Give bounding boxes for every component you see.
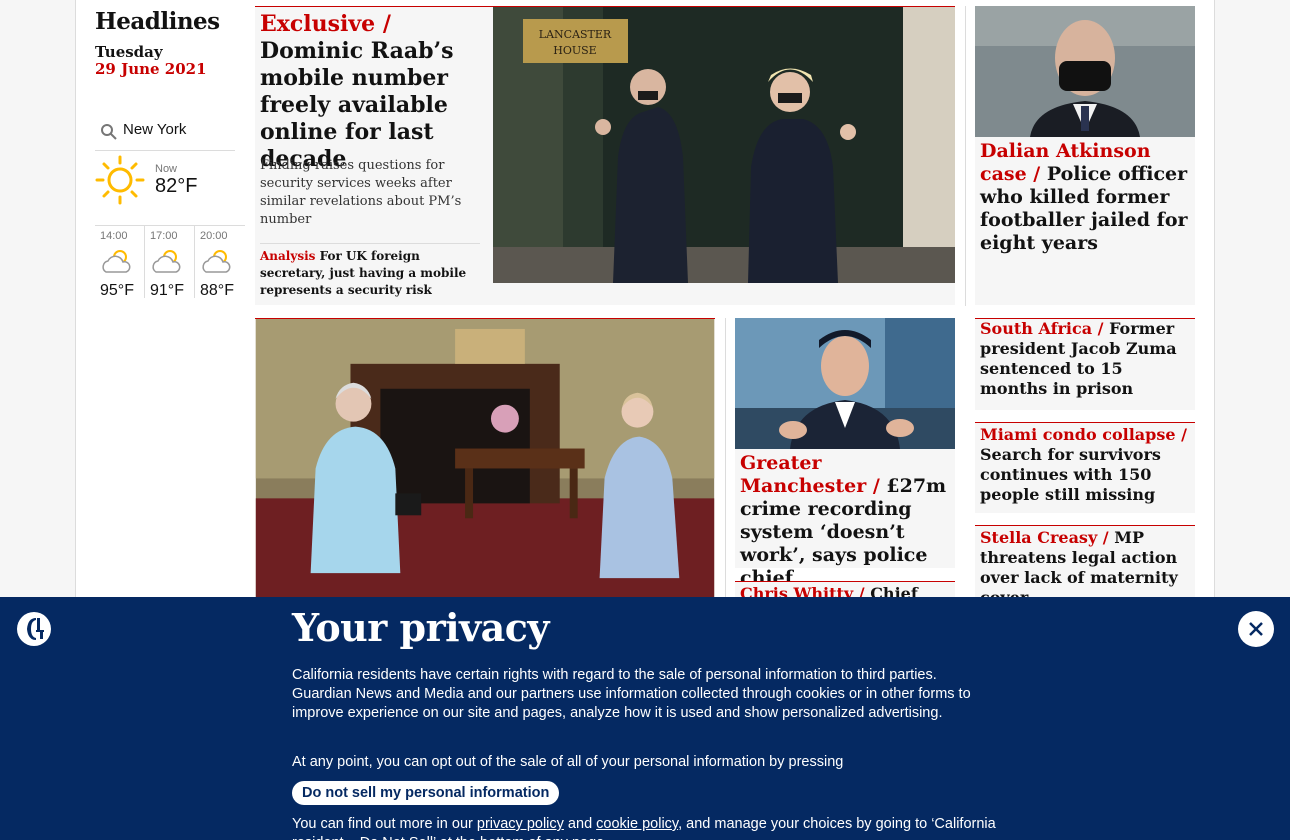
forecast-temp: 95°F xyxy=(100,282,134,299)
privacy-more-text: You can find out more in our privacy pol… xyxy=(292,815,997,840)
partly-cloudy-icon xyxy=(102,250,131,273)
forecast-item: 17:00 91°F xyxy=(145,226,195,299)
forecast-temp: 91°F xyxy=(150,282,184,299)
forecast-item: 20:00 88°F xyxy=(195,226,245,299)
section-title: Headlines xyxy=(95,8,220,35)
search-icon xyxy=(101,124,117,140)
story-card[interactable]: Greater Manchester / £27m crime recordin… xyxy=(735,318,955,589)
location-input[interactable] xyxy=(123,121,233,138)
story-kicker: Miami condo collapse / xyxy=(980,425,1187,444)
weather-forecast: 14:00 95°F 17:00 91°F 20:00 88°F xyxy=(95,225,245,299)
privacy-title: Your privacy xyxy=(292,605,550,650)
lead-photo[interactable]: LANCASTER HOUSE xyxy=(493,7,955,283)
close-button[interactable] xyxy=(1238,611,1274,647)
story-headline: Miami condo collapse / Search for surviv… xyxy=(975,423,1195,509)
story-card[interactable]: Stella Creasy / MP threatens legal actio… xyxy=(975,525,1195,607)
lead-story[interactable]: Exclusive / Dominic Raab’s mobile number… xyxy=(255,6,955,305)
text-fragment: and xyxy=(563,816,597,832)
close-icon xyxy=(1249,622,1263,636)
privacy-banner: Your privacy California residents have c… xyxy=(0,597,1290,840)
related-kicker: Analysis xyxy=(260,249,316,263)
story-title: Search for survivors continues with 150 … xyxy=(980,445,1161,504)
forecast-time: 14:00 xyxy=(100,230,128,242)
column-divider xyxy=(725,318,726,608)
partly-cloudy-icon xyxy=(152,250,181,273)
lead-standfirst: Finding raises questions for security se… xyxy=(260,158,462,227)
now-label: Now xyxy=(155,163,178,175)
sign-text: LANCASTER xyxy=(539,28,612,41)
weather-location[interactable] xyxy=(95,119,235,151)
lead-headline-text: Exclusive / Dominic Raab’s mobile number… xyxy=(260,11,488,173)
sign-text: HOUSE xyxy=(553,44,596,57)
forecast-time: 17:00 xyxy=(150,230,178,242)
privacy-policy-link[interactable]: privacy policy xyxy=(477,816,564,832)
audience-photo[interactable] xyxy=(255,318,715,598)
column-divider xyxy=(965,6,966,306)
forecast-time: 20:00 xyxy=(200,230,228,242)
story-card[interactable]: Miami condo collapse / Search for surviv… xyxy=(975,422,1195,513)
guardian-logo-icon xyxy=(17,612,51,646)
text-fragment: You can find out more in our xyxy=(292,816,477,832)
story-card[interactable]: South Africa / Former president Jacob Zu… xyxy=(975,318,1195,410)
story-headline: South Africa / Former president Jacob Zu… xyxy=(975,319,1195,403)
related-link[interactable]: Analysis For UK foreign secretary, just … xyxy=(260,243,480,299)
sun-icon xyxy=(95,155,145,205)
lead-headline[interactable]: Exclusive / Dominic Raab’s mobile number… xyxy=(260,11,488,173)
partly-cloudy-icon xyxy=(202,250,231,273)
weather-now: Now 82°F xyxy=(95,155,235,215)
story-headline: Dalian Atkinson case / Police officer wh… xyxy=(980,140,1192,255)
story-headline: Greater Manchester / £27m crime recordin… xyxy=(740,452,952,590)
forecast-item: 14:00 95°F xyxy=(95,226,145,299)
lead-kicker: Exclusive / xyxy=(260,11,391,37)
privacy-optout-text: At any point, you can opt out of the sal… xyxy=(292,754,844,770)
section-day: Tuesday xyxy=(95,43,163,61)
story-card[interactable]: Dalian Atkinson case / Police officer wh… xyxy=(975,6,1195,305)
forecast-temp: 88°F xyxy=(200,282,234,299)
now-temperature: 82°F xyxy=(155,175,198,197)
story-photo[interactable] xyxy=(735,318,955,449)
story-kicker: Greater Manchester / xyxy=(740,452,880,497)
story-photo[interactable] xyxy=(975,6,1195,137)
privacy-text: California residents have certain rights… xyxy=(292,667,971,721)
cookie-policy-link[interactable]: cookie policy xyxy=(596,816,678,832)
do-not-sell-button[interactable]: Do not sell my personal information xyxy=(292,781,560,805)
story-kicker: Stella Creasy / xyxy=(980,528,1109,547)
story-kicker: South Africa / xyxy=(980,319,1104,338)
section-date: 29 June 2021 xyxy=(95,60,207,78)
lead-title: Dominic Raab’s mobile number freely avai… xyxy=(260,38,454,172)
